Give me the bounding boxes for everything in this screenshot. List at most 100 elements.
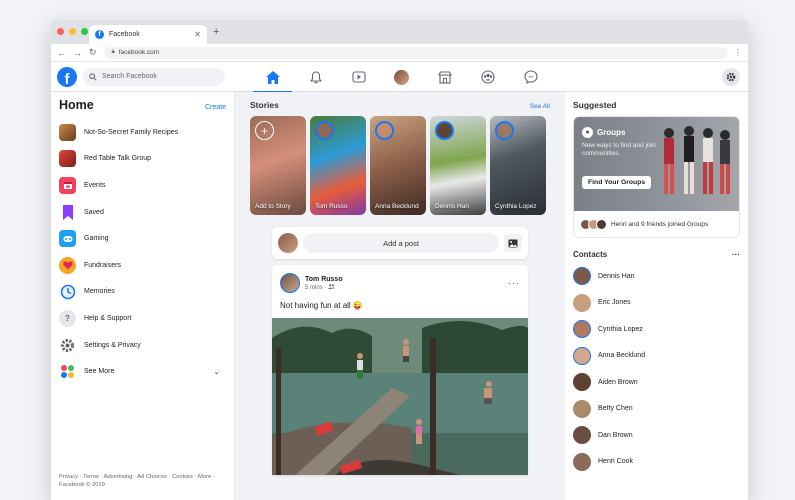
sidebar-item-label: Settings & Privacy	[84, 341, 141, 349]
contact-name: Dennis Han	[598, 272, 635, 280]
window-controls	[57, 28, 88, 35]
add-post-input[interactable]: Add a post	[303, 233, 499, 253]
avatar	[573, 267, 591, 286]
find-your-groups-button[interactable]: Find Your Groups	[582, 176, 652, 189]
avatar	[573, 320, 591, 339]
contact-item[interactable]: Henri Cook	[573, 449, 740, 476]
sidebar-item-events[interactable]: Events	[59, 172, 226, 199]
sidebar-item-memories[interactable]: Memories	[59, 279, 226, 306]
nav-groups[interactable]	[466, 62, 509, 92]
audience-friends-icon[interactable]	[328, 283, 336, 291]
contact-item[interactable]: Betty Chen	[573, 396, 740, 423]
nav-messenger[interactable]	[509, 62, 552, 92]
nav-notifications[interactable]	[294, 62, 337, 92]
avatar	[573, 373, 591, 392]
contacts-options-button[interactable]: ···	[732, 250, 740, 259]
stories-row: + Add to Story Tom Russo Anna Becklund D…	[250, 116, 550, 215]
contact-item[interactable]: Anna Becklund	[573, 343, 740, 370]
tab-title: Facebook	[109, 31, 140, 38]
back-icon[interactable]: ←	[57, 48, 66, 58]
sidebar-item-label: Help & Support	[84, 314, 132, 322]
browser-menu-icon[interactable]: ⋮	[734, 48, 742, 57]
watch-icon	[351, 71, 366, 83]
sidebar-item-help[interactable]: ? Help & Support	[59, 305, 226, 332]
page-title: Home	[59, 98, 94, 112]
contact-item[interactable]: Dan Brown	[573, 422, 740, 449]
close-window-button[interactable]	[57, 28, 64, 35]
close-tab-icon[interactable]: ✕	[194, 30, 201, 39]
sidebar-item-label: Saved	[84, 208, 104, 216]
story-card[interactable]: + Add to Story	[250, 116, 306, 215]
friend-avatars	[580, 218, 607, 230]
post-author-avatar[interactable]	[280, 273, 300, 293]
contact-name: Eric Jones	[598, 299, 631, 307]
sidebar-item-settings[interactable]: Settings & Privacy	[59, 332, 226, 359]
contact-item[interactable]: Cynthia Lopez	[573, 316, 740, 343]
post-text: Not having fun at all 😜	[280, 301, 363, 310]
sidebar-item-label: Not-So-Secret Family Recipes	[84, 128, 179, 136]
heart-icon	[59, 256, 76, 274]
story-avatar	[495, 121, 514, 140]
facebook-logo-icon[interactable]: f	[57, 66, 77, 87]
url-input[interactable]: 🔒︎ facebook.com	[103, 46, 728, 59]
see-all-link[interactable]: See All	[530, 103, 550, 110]
groups-icon: ●	[582, 127, 593, 138]
sidebar-item-fundraisers[interactable]: Fundraisers	[59, 252, 226, 279]
sidebar-item-red-table-talk[interactable]: Red Table Talk Group	[59, 146, 226, 173]
minimize-window-button[interactable]	[69, 28, 76, 35]
contact-name: Cynthia Lopez	[598, 325, 643, 333]
story-card[interactable]: Anna Becklund	[370, 116, 426, 215]
settings-button[interactable]	[722, 68, 740, 86]
avatar	[573, 293, 591, 312]
post-photo[interactable]	[272, 318, 528, 475]
sidebar-footer: Privacy · Terms · Advertising · Ad Choic…	[59, 473, 215, 489]
browser-tab[interactable]: f Facebook ✕	[89, 25, 207, 44]
post-composer: Add a post	[272, 227, 528, 259]
gaming-icon	[59, 230, 76, 248]
groups-card-description: New ways to find and join communities.	[582, 142, 656, 158]
maximize-window-button[interactable]	[81, 28, 88, 35]
question-icon: ?	[59, 309, 76, 327]
sidebar-item-label: Fundraisers	[84, 261, 121, 269]
sidebar-item-family-recipes[interactable]: Not-So-Secret Family Recipes	[59, 119, 226, 146]
nav-profile[interactable]	[380, 62, 423, 92]
search-input[interactable]: Search Facebook	[83, 67, 225, 86]
reload-icon[interactable]: ↻	[89, 47, 97, 58]
feed-post: Tom Russo 5 mins · ··· Not having fun at…	[272, 265, 528, 475]
contact-item[interactable]: Eric Jones	[573, 290, 740, 317]
post-options-button[interactable]: ···	[508, 278, 520, 288]
create-link[interactable]: Create	[205, 104, 226, 111]
sidebar-item-see-more[interactable]: See More ⌄	[59, 358, 226, 385]
post-author[interactable]: Tom Russo	[305, 276, 343, 283]
contact-name: Dan Brown	[598, 431, 633, 439]
contact-item[interactable]: Aiden Brown	[573, 369, 740, 396]
suggested-header: Suggested	[573, 100, 740, 110]
post-time[interactable]: 5 mins ·	[305, 285, 326, 291]
sidebar-item-gaming[interactable]: Gaming	[59, 225, 226, 252]
search-icon	[89, 72, 97, 81]
story-card[interactable]: Dennis Han	[430, 116, 486, 215]
home-icon	[265, 70, 280, 84]
new-tab-button[interactable]: +	[213, 26, 219, 38]
story-card[interactable]: Tom Russo	[310, 116, 366, 215]
sidebar-item-label: Memories	[84, 288, 115, 296]
sidebar-item-saved[interactable]: Saved	[59, 199, 226, 226]
red-table-talk-group-icon	[59, 150, 76, 168]
chevron-down-icon[interactable]: ⌄	[213, 367, 220, 376]
story-avatar	[435, 121, 454, 140]
contact-item[interactable]: Dennis Han	[573, 263, 740, 290]
sidebar-item-label: Events	[84, 181, 106, 189]
add-photo-button[interactable]	[504, 234, 522, 252]
search-placeholder: Search Facebook	[102, 73, 157, 80]
groups-suggestion-card: ● Groups New ways to find and join commu…	[573, 116, 740, 238]
groups-banner-photo	[664, 126, 730, 194]
forward-icon[interactable]: →	[73, 48, 82, 58]
family-recipes-group-icon	[59, 123, 76, 141]
add-story-icon[interactable]: +	[255, 121, 274, 140]
story-name: Dennis Han	[435, 203, 469, 211]
nav-marketplace[interactable]	[423, 62, 466, 92]
story-card[interactable]: Cynthia Lopez	[490, 116, 546, 215]
nav-watch[interactable]	[337, 62, 380, 92]
page-body: Home Create Not-So-Secret Family Recipes…	[51, 92, 748, 500]
nav-home[interactable]	[251, 62, 294, 93]
